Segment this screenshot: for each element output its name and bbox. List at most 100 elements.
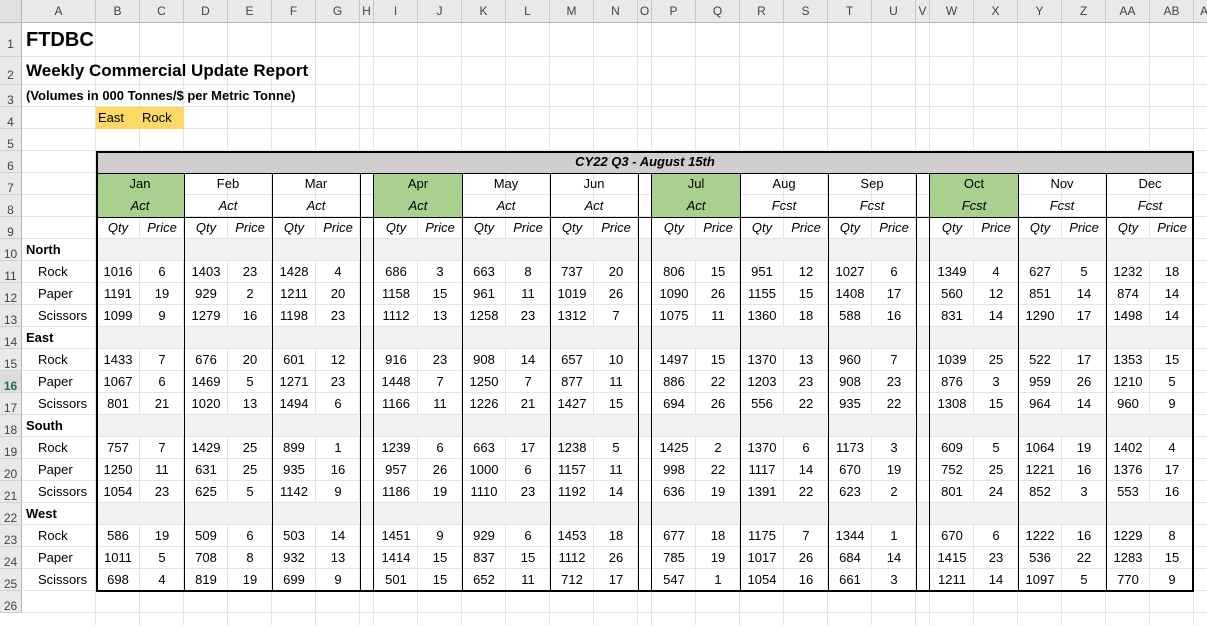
column-header-ac[interactable]: AC xyxy=(1194,0,1207,23)
qty-cell[interactable]: 1229 xyxy=(1106,525,1150,547)
price-cell[interactable]: 15 xyxy=(418,547,462,569)
product-label[interactable]: Paper xyxy=(22,547,96,569)
price-cell[interactable]: 5 xyxy=(1062,261,1106,283)
price-cell[interactable]: 11 xyxy=(140,459,184,481)
qty-cell[interactable]: 964 xyxy=(1018,393,1062,415)
price-header[interactable]: Price xyxy=(1150,217,1194,239)
qty-cell[interactable]: 1112 xyxy=(374,305,418,327)
qty-cell[interactable]: 1000 xyxy=(462,459,506,481)
month-header-feb[interactable]: Feb xyxy=(184,173,272,195)
price-header[interactable]: Price xyxy=(696,217,740,239)
month-type-oct[interactable]: Fcst xyxy=(930,195,1018,217)
month-header-apr[interactable]: Apr xyxy=(374,173,462,195)
qty-cell[interactable]: 677 xyxy=(652,525,696,547)
qty-cell[interactable]: 877 xyxy=(550,371,594,393)
qty-cell[interactable]: 1019 xyxy=(550,283,594,305)
qty-cell[interactable]: 686 xyxy=(374,261,418,283)
price-header[interactable]: Price xyxy=(316,217,360,239)
price-cell[interactable]: 7 xyxy=(872,349,916,371)
row-header-9[interactable]: 9 xyxy=(0,217,22,239)
price-cell[interactable]: 19 xyxy=(696,481,740,503)
qty-cell[interactable]: 627 xyxy=(1018,261,1062,283)
price-cell[interactable]: 19 xyxy=(140,525,184,547)
price-cell[interactable]: 17 xyxy=(1150,459,1194,481)
qty-cell[interactable]: 1360 xyxy=(740,305,784,327)
qty-cell[interactable]: 916 xyxy=(374,349,418,371)
qty-cell[interactable]: 1453 xyxy=(550,525,594,547)
price-cell[interactable]: 12 xyxy=(784,261,828,283)
month-type-sep[interactable]: Fcst xyxy=(828,195,916,217)
qty-cell[interactable]: 961 xyxy=(462,283,506,305)
price-cell[interactable]: 3 xyxy=(418,261,462,283)
price-cell[interactable]: 5 xyxy=(594,437,638,459)
qty-header[interactable]: Qty xyxy=(828,217,872,239)
qty-cell[interactable]: 601 xyxy=(272,349,316,371)
qty-cell[interactable]: 801 xyxy=(96,393,140,415)
qty-cell[interactable]: 1155 xyxy=(740,283,784,305)
column-header-s[interactable]: S xyxy=(784,0,828,23)
price-cell[interactable]: 3 xyxy=(1062,481,1106,503)
column-header-o[interactable]: O xyxy=(638,0,652,23)
qty-cell[interactable]: 908 xyxy=(828,371,872,393)
qty-cell[interactable]: 1258 xyxy=(462,305,506,327)
qty-cell[interactable]: 1186 xyxy=(374,481,418,503)
price-cell[interactable]: 1 xyxy=(316,437,360,459)
column-header-r[interactable]: R xyxy=(740,0,784,23)
qty-cell[interactable]: 1226 xyxy=(462,393,506,415)
price-cell[interactable]: 19 xyxy=(1062,437,1106,459)
qty-cell[interactable]: 899 xyxy=(272,437,316,459)
qty-cell[interactable]: 1239 xyxy=(374,437,418,459)
price-cell[interactable]: 16 xyxy=(784,569,828,591)
region-label-north[interactable]: North xyxy=(26,239,100,261)
qty-cell[interactable]: 876 xyxy=(930,371,974,393)
price-cell[interactable]: 11 xyxy=(594,371,638,393)
price-cell[interactable]: 25 xyxy=(228,437,272,459)
month-header-aug[interactable]: Aug xyxy=(740,173,828,195)
qty-cell[interactable]: 625 xyxy=(184,481,228,503)
price-cell[interactable]: 22 xyxy=(1062,547,1106,569)
price-cell[interactable]: 5 xyxy=(974,437,1018,459)
price-cell[interactable]: 23 xyxy=(228,261,272,283)
qty-cell[interactable]: 663 xyxy=(462,261,506,283)
price-header[interactable]: Price xyxy=(594,217,638,239)
month-header-nov[interactable]: Nov xyxy=(1018,173,1106,195)
price-cell[interactable]: 7 xyxy=(140,437,184,459)
qty-cell[interactable]: 1064 xyxy=(1018,437,1062,459)
filter-cell-east[interactable]: East xyxy=(96,107,140,129)
qty-cell[interactable]: 1308 xyxy=(930,393,974,415)
row-header-4[interactable]: 4 xyxy=(0,107,22,129)
qty-cell[interactable]: 1211 xyxy=(930,569,974,591)
row-header-12[interactable]: 12 xyxy=(0,283,22,305)
price-cell[interactable]: 5 xyxy=(228,481,272,503)
price-cell[interactable]: 11 xyxy=(418,393,462,415)
qty-header[interactable]: Qty xyxy=(272,217,316,239)
qty-cell[interactable]: 1279 xyxy=(184,305,228,327)
price-cell[interactable]: 26 xyxy=(594,283,638,305)
qty-cell[interactable]: 1427 xyxy=(550,393,594,415)
region-label-east[interactable]: East xyxy=(26,327,100,349)
row-header-1[interactable]: 1 xyxy=(0,23,22,57)
month-type-may[interactable]: Act xyxy=(462,195,550,217)
row-header-24[interactable]: 24 xyxy=(0,547,22,569)
price-cell[interactable]: 11 xyxy=(506,569,550,591)
month-header-may[interactable]: May xyxy=(462,173,550,195)
qty-header[interactable]: Qty xyxy=(1106,217,1150,239)
price-cell[interactable]: 23 xyxy=(418,349,462,371)
price-cell[interactable]: 14 xyxy=(872,547,916,569)
qty-cell[interactable]: 1112 xyxy=(550,547,594,569)
price-cell[interactable]: 24 xyxy=(974,481,1018,503)
qty-cell[interactable]: 801 xyxy=(930,481,974,503)
qty-cell[interactable]: 1494 xyxy=(272,393,316,415)
column-header-l[interactable]: L xyxy=(506,0,550,23)
price-cell[interactable]: 26 xyxy=(594,547,638,569)
qty-cell[interactable]: 874 xyxy=(1106,283,1150,305)
qty-cell[interactable]: 670 xyxy=(930,525,974,547)
price-cell[interactable]: 3 xyxy=(872,569,916,591)
qty-cell[interactable]: 1099 xyxy=(96,305,140,327)
price-cell[interactable]: 23 xyxy=(784,371,828,393)
qty-cell[interactable]: 1391 xyxy=(740,481,784,503)
price-cell[interactable]: 14 xyxy=(784,459,828,481)
qty-cell[interactable]: 636 xyxy=(652,481,696,503)
price-cell[interactable]: 14 xyxy=(1150,305,1194,327)
row-header-22[interactable]: 22 xyxy=(0,503,22,525)
